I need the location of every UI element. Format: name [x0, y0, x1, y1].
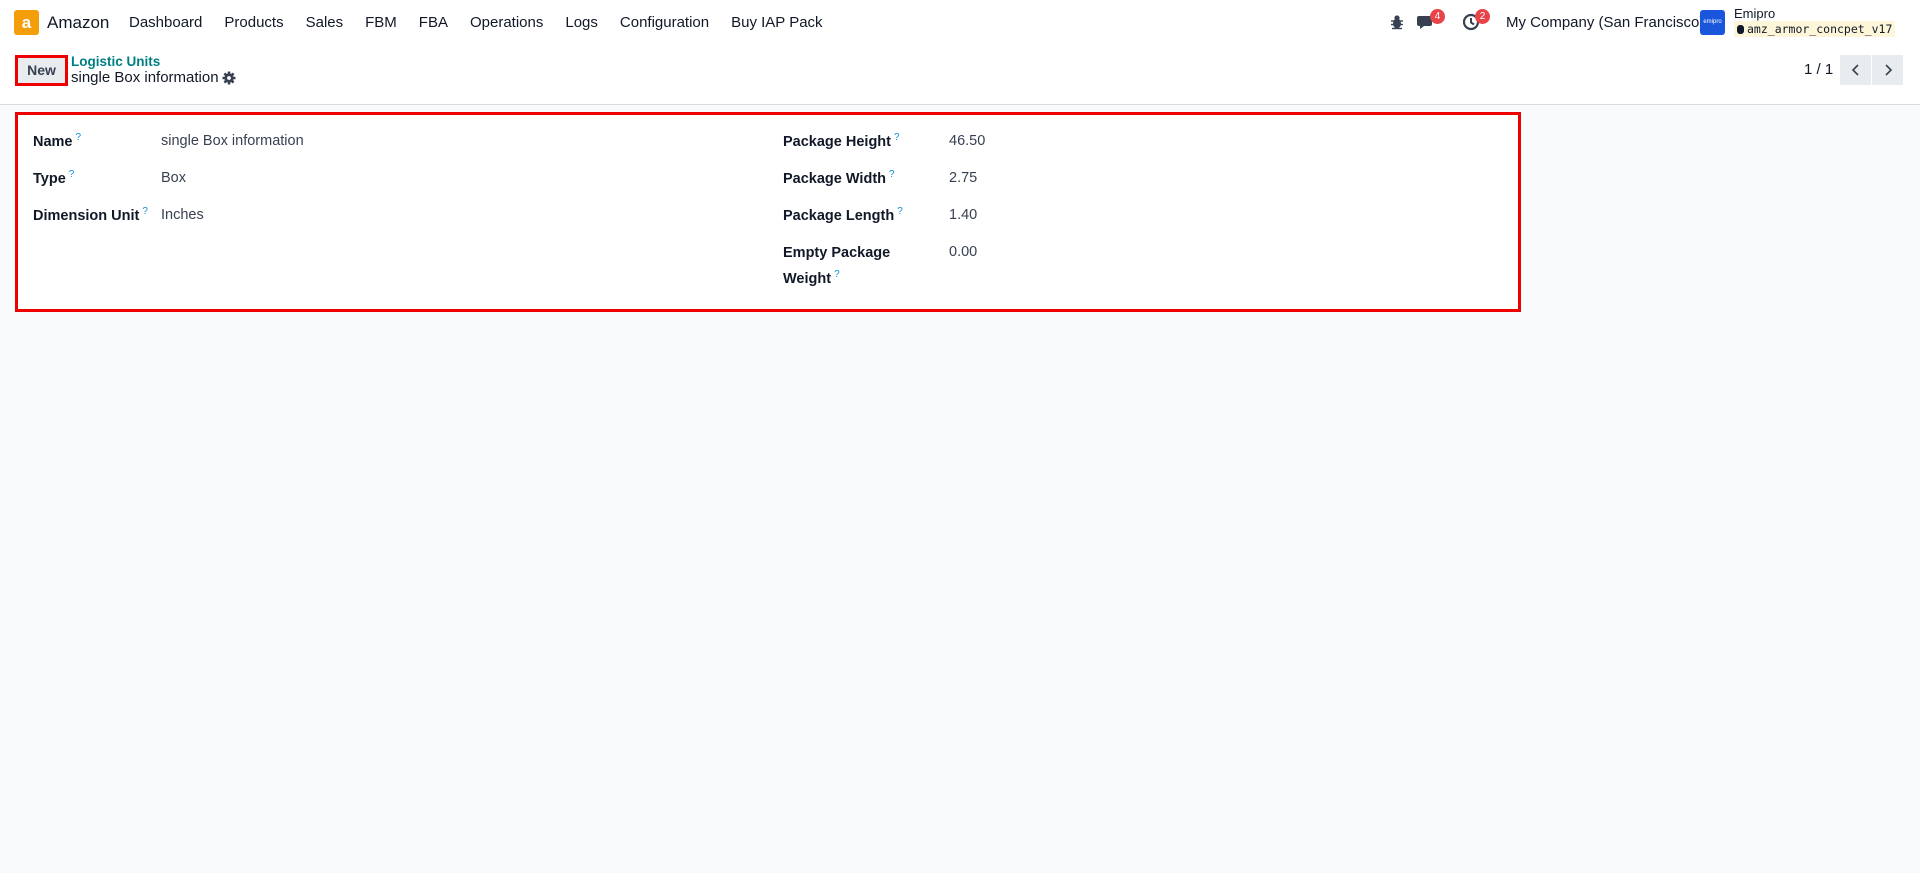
- field-label-type: Type?: [33, 169, 75, 187]
- user-avatar[interactable]: emipro: [1700, 10, 1725, 35]
- messages-count-badge: 4: [1430, 9, 1445, 24]
- field-label-name: Name?: [33, 132, 82, 150]
- help-tooltip-icon[interactable]: ?: [834, 269, 840, 280]
- breadcrumb-logistic-units[interactable]: Logistic Units: [71, 54, 160, 69]
- field-label-package-height: Package Height?: [783, 132, 900, 150]
- field-label-package-length: Package Length?: [783, 206, 903, 224]
- menu-item-sales[interactable]: Sales: [306, 14, 344, 31]
- pager-value[interactable]: 1 / 1: [1804, 61, 1833, 78]
- activity-clock-icon[interactable]: 2: [1461, 9, 1490, 32]
- help-tooltip-icon[interactable]: ?: [69, 169, 75, 180]
- field-label-dimension-unit: Dimension Unit?: [33, 206, 148, 224]
- app-name[interactable]: Amazon: [47, 13, 109, 33]
- gear-icon[interactable]: [222, 71, 236, 85]
- field-value-dimension-unit[interactable]: Inches: [161, 207, 204, 223]
- help-tooltip-icon[interactable]: ?: [889, 169, 895, 180]
- menu-item-products[interactable]: Products: [224, 14, 283, 31]
- menu-item-buy-iap-pack[interactable]: Buy IAP Pack: [731, 14, 822, 31]
- pager-previous-button[interactable]: [1840, 55, 1871, 85]
- field-value-package-height[interactable]: 46.50: [949, 133, 985, 149]
- debug-bug-icon[interactable]: [1387, 12, 1407, 32]
- field-value-type[interactable]: Box: [161, 170, 186, 186]
- help-tooltip-icon[interactable]: ?: [142, 206, 148, 217]
- help-tooltip-icon[interactable]: ?: [897, 206, 903, 217]
- activities-count-badge: 2: [1475, 9, 1490, 24]
- menu-item-configuration[interactable]: Configuration: [620, 14, 709, 31]
- form-sheet: Name? single Box information Type? Box D…: [15, 112, 1521, 312]
- new-button[interactable]: New: [15, 55, 68, 86]
- field-value-package-width[interactable]: 2.75: [949, 170, 977, 186]
- main-menu: Dashboard Products Sales FBM FBA Operati…: [129, 14, 845, 31]
- menu-item-logs[interactable]: Logs: [565, 14, 598, 31]
- menu-item-fba[interactable]: FBA: [419, 14, 448, 31]
- messages-icon[interactable]: 4: [1416, 9, 1445, 32]
- field-value-empty-package-weight[interactable]: 0.00: [949, 244, 977, 260]
- chevron-left-icon: [1851, 64, 1859, 76]
- pager-next-button[interactable]: [1872, 55, 1903, 85]
- database-icon: [1737, 25, 1744, 34]
- field-value-name[interactable]: single Box information: [161, 133, 304, 149]
- help-tooltip-icon[interactable]: ?: [894, 132, 900, 143]
- database-name-badge: amz_armor_concpet_v17: [1734, 21, 1896, 37]
- database-name: amz_armor_concpet_v17: [1747, 22, 1893, 36]
- user-name[interactable]: Emipro: [1734, 6, 1775, 21]
- chevron-right-icon: [1884, 64, 1892, 76]
- menu-item-dashboard[interactable]: Dashboard: [129, 14, 202, 31]
- company-switcher[interactable]: My Company (San Francisco): [1506, 14, 1704, 31]
- field-label-package-width: Package Width?: [783, 169, 895, 187]
- field-label-empty-package-weight: Empty Package Weight?: [783, 245, 891, 287]
- top-navbar: a Amazon Dashboard Products Sales FBM FB…: [0, 0, 1920, 45]
- menu-item-operations[interactable]: Operations: [470, 14, 543, 31]
- help-tooltip-icon[interactable]: ?: [76, 132, 82, 143]
- amazon-logo-icon[interactable]: a: [14, 10, 39, 35]
- control-panel: [0, 45, 1920, 105]
- field-value-package-length[interactable]: 1.40: [949, 207, 977, 223]
- menu-item-fbm[interactable]: FBM: [365, 14, 397, 31]
- record-title: single Box information: [71, 69, 219, 86]
